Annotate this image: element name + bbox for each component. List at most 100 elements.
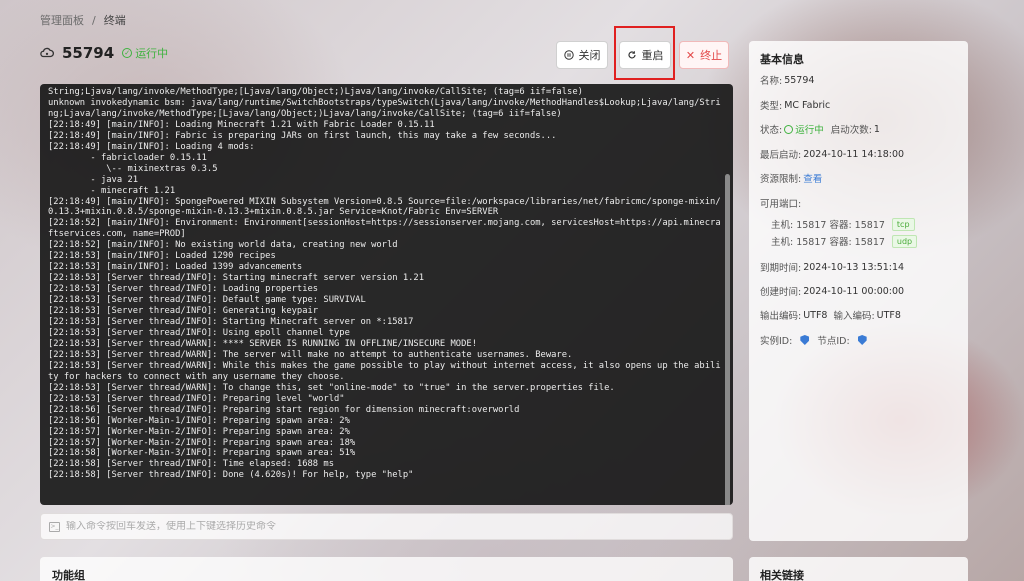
output-encoding-value: UTF8 xyxy=(803,309,828,321)
console-line: [22:18:49] [main/INFO]: SpongePowered MI… xyxy=(48,196,721,218)
console-line: - fabricloader 0.15.11 xyxy=(48,152,207,163)
info-encoding-row: 输出编码: UTF8 输入编码: UTF8 xyxy=(760,308,901,323)
info-resource-row: 资源限制: 查看 xyxy=(760,171,822,185)
console-scrollbar[interactable] xyxy=(725,174,730,505)
console-line: \-- mixinextras 0.3.5 xyxy=(48,163,218,174)
basic-info-panel: 基本信息 名称: 55794 类型: MC Fabric 状态: 运行中 启动次… xyxy=(749,41,968,541)
protocol-tag: udp xyxy=(891,234,918,248)
close-x-icon: ✕ xyxy=(685,48,696,62)
state-label: 状态: xyxy=(760,125,783,136)
instance-id-title: 55794 xyxy=(62,44,115,62)
last-start-label: 最后启动: xyxy=(760,150,802,161)
input-encoding-value: UTF8 xyxy=(876,309,901,321)
info-type-row: 类型: MC Fabric xyxy=(760,98,831,113)
stop-button[interactable]: ✕ 终止 xyxy=(679,41,729,69)
console-line: [22:18:58] [Server thread/INFO]: Done (4… xyxy=(48,470,414,481)
info-ports-row: 可用端口: xyxy=(760,196,801,210)
console-line: unknown invokedynamic bsm: java/lang/run… xyxy=(48,97,721,119)
cloud-server-icon xyxy=(40,47,54,58)
console-line: [22:18:53] [Server thread/INFO]: Loading… xyxy=(48,284,319,295)
shield-icon[interactable] xyxy=(857,335,867,345)
console-line: [22:18:53] [Server thread/INFO]: Prepari… xyxy=(48,393,345,404)
console-line: [22:18:58] [Server thread/INFO]: Time el… xyxy=(48,459,334,470)
pause-circle-icon xyxy=(563,50,574,60)
console-line: [22:18:49] [main/INFO]: Fabric is prepar… xyxy=(48,130,557,141)
close-button[interactable]: 关闭 xyxy=(556,41,608,69)
console-line: [22:18:52] [main/INFO]: Environment: Env… xyxy=(48,218,721,240)
expire-label: 到期时间: xyxy=(760,263,802,274)
launch-count-value: 1 xyxy=(873,123,880,135)
created-value: 2024-10-11 00:00:00 xyxy=(803,285,905,297)
basic-info-title: 基本信息 xyxy=(760,53,804,66)
breadcrumb-home[interactable]: 管理面板 xyxy=(40,12,84,28)
type-value: MC Fabric xyxy=(784,99,831,111)
port-row: 主机: 15817 容器: 15817 udp xyxy=(771,234,918,248)
console-line: [22:18:56] [Server thread/INFO]: Prepari… xyxy=(48,404,520,415)
console-line: [22:18:57] [Worker-Main-2/INFO]: Prepari… xyxy=(48,426,350,437)
console-line: [22:18:53] [main/INFO]: Loaded 1399 adva… xyxy=(48,262,303,273)
console-line: [22:18:53] [Server thread/WARN]: To chan… xyxy=(48,382,615,393)
console-line: [22:18:53] [Server thread/INFO]: Startin… xyxy=(48,317,414,328)
console-line: [22:18:53] [Server thread/INFO]: Startin… xyxy=(48,273,425,284)
info-name-row: 名称: 55794 xyxy=(760,73,814,88)
console-line: [22:18:53] [Server thread/WARN]: **** SE… xyxy=(48,338,477,349)
info-last-start-row: 最后启动: 2024-10-11 14:18:00 xyxy=(760,147,905,162)
check-circle-icon xyxy=(784,124,794,134)
console-line: - java 21 xyxy=(48,174,139,185)
console-line: [22:18:56] [Worker-Main-1/INFO]: Prepari… xyxy=(48,415,350,426)
command-input-bar[interactable]: >_ xyxy=(40,513,733,540)
console-line: - minecraft 1.21 xyxy=(48,185,176,196)
status-badge: ✓ 运行中 xyxy=(122,45,168,61)
name-label: 名称: xyxy=(760,76,783,87)
type-label: 类型: xyxy=(760,101,783,112)
launch-count-label: 启动次数: xyxy=(830,125,872,136)
ports-label: 可用端口: xyxy=(760,199,802,210)
created-label: 创建时间: xyxy=(760,287,802,298)
info-state-row: 状态: 运行中 启动次数: 1 xyxy=(760,122,880,137)
console-line: [22:18:53] [Server thread/INFO]: Using e… xyxy=(48,327,350,338)
console-line: [22:18:49] [main/INFO]: Loading Minecraf… xyxy=(48,119,435,130)
terminal-console[interactable]: String;Ljava/lang/invoke/MethodType;[Lja… xyxy=(40,84,733,505)
port-mapping-text: 主机: 15817 容器: 15817 xyxy=(771,220,885,231)
functions-panel: 功能组 xyxy=(40,557,733,581)
node-id-label: 节点ID: xyxy=(817,336,850,347)
expire-value: 2024-10-13 13:51:14 xyxy=(803,261,905,273)
state-badge: 运行中 xyxy=(784,122,824,136)
console-line: [22:18:53] [Server thread/WARN]: The ser… xyxy=(48,349,573,360)
check-circle-icon: ✓ xyxy=(122,48,133,58)
breadcrumb-separator: / xyxy=(92,13,96,27)
shield-icon[interactable] xyxy=(800,335,810,345)
console-line: [22:18:53] [main/INFO]: Loaded 1290 reci… xyxy=(48,251,276,262)
port-row: 主机: 15817 容器: 15817 tcp xyxy=(771,217,915,231)
related-links-panel: 相关链接 xyxy=(749,557,968,581)
breadcrumb: 管理面板 / 终端 xyxy=(40,12,126,28)
close-button-label: 关闭 xyxy=(578,49,601,62)
status-text: 运行中 xyxy=(135,47,169,60)
instance-id-label: 实例ID: xyxy=(760,336,793,347)
console-output: String;Ljava/lang/invoke/MethodType;[Lja… xyxy=(48,87,725,481)
info-expire-row: 到期时间: 2024-10-13 13:51:14 xyxy=(760,260,905,275)
console-line: [22:18:52] [main/INFO]: No existing worl… xyxy=(48,240,398,251)
restart-highlight-box xyxy=(614,26,675,80)
port-mapping-text: 主机: 15817 容器: 15817 xyxy=(771,237,885,248)
last-start-value: 2024-10-11 14:18:00 xyxy=(803,148,905,160)
console-line: [22:18:49] [main/INFO]: Loading 4 mods: xyxy=(48,141,255,152)
console-line: [22:18:57] [Worker-Main-2/INFO]: Prepari… xyxy=(48,437,356,448)
functions-panel-title: 功能组 xyxy=(52,569,85,581)
info-ids-row: 实例ID: 节点ID: xyxy=(760,333,873,347)
info-created-row: 创建时间: 2024-10-11 00:00:00 xyxy=(760,284,905,299)
console-line: String;Ljava/lang/invoke/MethodType;[Lja… xyxy=(48,87,583,97)
command-input[interactable] xyxy=(66,521,724,532)
resource-view-link[interactable]: 查看 xyxy=(803,171,822,185)
console-line: [22:18:53] [Server thread/WARN]: While t… xyxy=(48,360,721,382)
resource-label: 资源限制: xyxy=(760,174,802,185)
breadcrumb-current: 终端 xyxy=(103,14,126,27)
output-encoding-label: 输出编码: xyxy=(760,311,802,322)
console-line: [22:18:53] [Server thread/INFO]: Generat… xyxy=(48,306,319,317)
stop-button-label: 终止 xyxy=(700,49,723,62)
instance-header: 55794 ✓ 运行中 xyxy=(40,44,168,62)
related-links-title: 相关链接 xyxy=(760,569,804,581)
input-encoding-label: 输入编码: xyxy=(833,311,875,322)
terminal-icon: >_ xyxy=(49,521,60,532)
console-line: [22:18:53] [Server thread/INFO]: Default… xyxy=(48,295,366,306)
